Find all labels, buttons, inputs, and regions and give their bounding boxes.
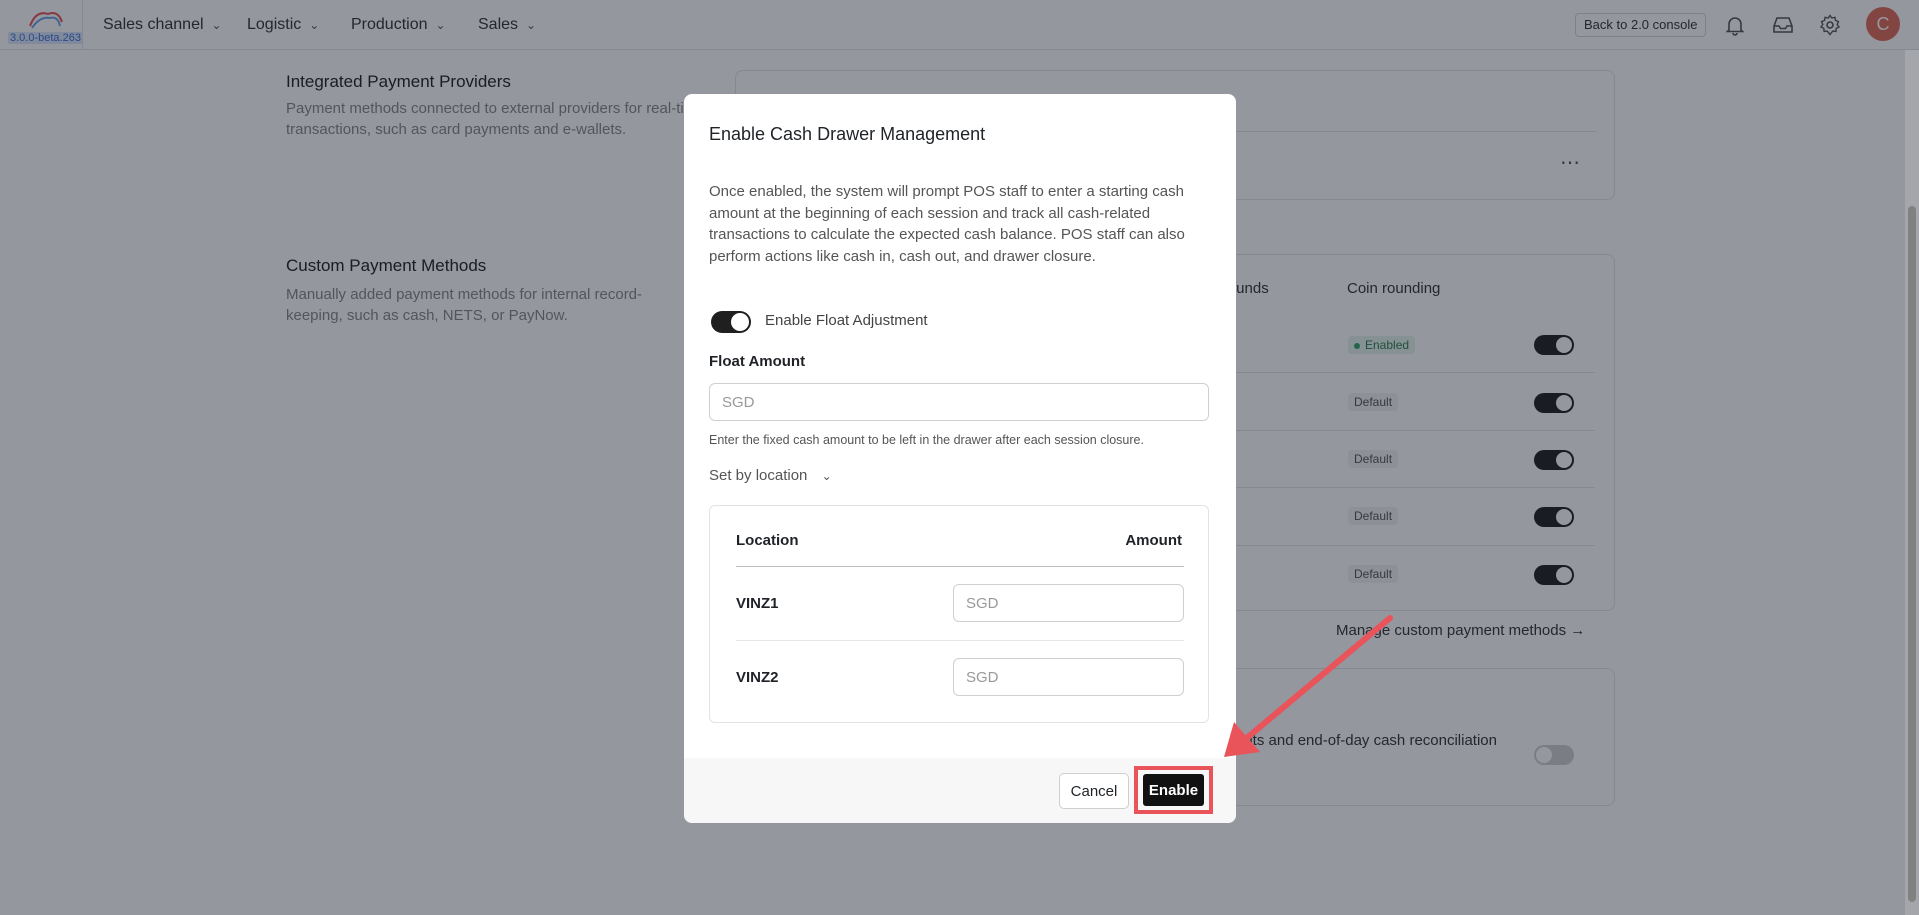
float-amount-hint: Enter the fixed cash amount to be left i…	[709, 433, 1144, 447]
dialog-description: Once enabled, the system will prompt POS…	[709, 183, 1185, 265]
location-name: VINZ1	[736, 595, 779, 612]
float-amount-label: Float Amount	[709, 353, 806, 370]
annotation-arrow-icon	[1224, 615, 1393, 757]
divider	[736, 640, 1184, 641]
location-name: VINZ2	[736, 669, 779, 686]
float-adjustment-toggle[interactable]	[711, 311, 751, 333]
dialog-title: Enable Cash Drawer Management	[709, 124, 986, 144]
enable-cash-drawer-dialog: Enable Cash Drawer Management Once enabl…	[684, 94, 1236, 823]
set-by-location-label: Set by location	[709, 467, 808, 484]
chevron-down-icon: ⌄	[821, 469, 832, 483]
location-amount-input[interactable]	[953, 658, 1184, 696]
location-column-header: Location	[736, 532, 799, 549]
scrollbar-thumb[interactable]	[1908, 206, 1916, 902]
float-adjustment-label: Enable Float Adjustment	[765, 312, 928, 329]
divider	[736, 566, 1184, 567]
location-amount-table: Location Amount VINZ1 VINZ2	[709, 505, 1209, 723]
amount-column-header: Amount	[1125, 532, 1182, 549]
float-amount-input[interactable]	[709, 383, 1209, 421]
set-by-location-dropdown[interactable]: Set by location ⌄	[709, 467, 832, 484]
enable-button[interactable]: Enable	[1143, 774, 1204, 806]
cancel-button[interactable]: Cancel	[1059, 773, 1129, 809]
location-amount-input[interactable]	[953, 584, 1184, 622]
